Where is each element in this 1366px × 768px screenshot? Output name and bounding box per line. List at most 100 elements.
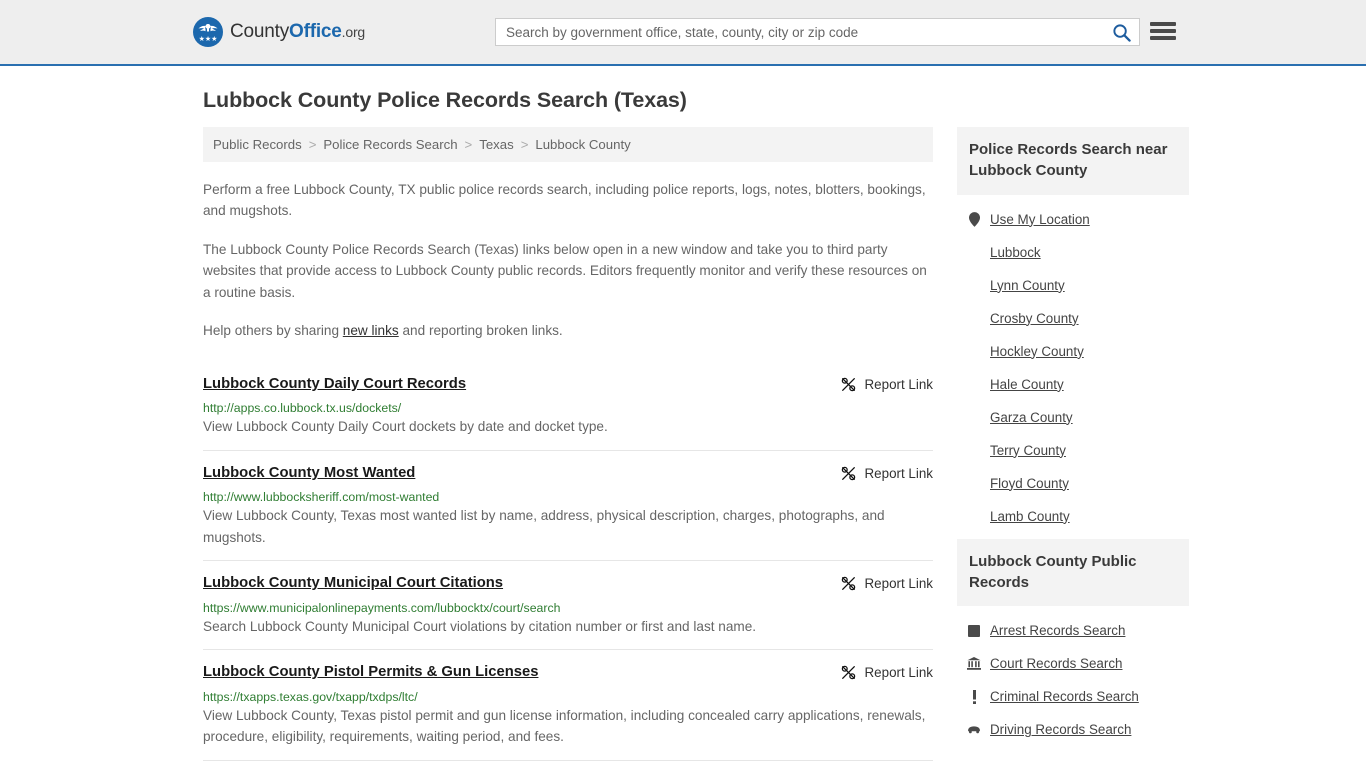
report-link-button[interactable]: Report Link xyxy=(840,663,933,681)
result-title-link[interactable]: Lubbock County Pistol Permits & Gun Lice… xyxy=(203,663,538,681)
nearby-link-crosby-county[interactable]: Crosby County xyxy=(990,311,1079,326)
report-link-label: Report Link xyxy=(864,665,933,681)
result-url[interactable]: http://apps.co.lubbock.tx.us/dockets/ xyxy=(203,401,933,415)
result-description: View Lubbock County Daily Court dockets … xyxy=(203,419,608,435)
list-item[interactable]: Lynn County xyxy=(957,269,1189,302)
breadcrumb-separator: > xyxy=(520,137,529,152)
broken-link-icon xyxy=(841,466,855,481)
breadcrumb-item-2[interactable]: Texas xyxy=(479,137,513,152)
nearby-link-lubbock[interactable]: Lubbock xyxy=(990,245,1041,260)
report-link-button[interactable]: Report Link xyxy=(840,464,933,482)
result-description: View Lubbock County, Texas pistol permit… xyxy=(203,707,926,745)
public-records-heading: Lubbock County Public Records xyxy=(957,538,1189,607)
breadcrumb-item-0[interactable]: Public Records xyxy=(213,137,302,152)
search-icon xyxy=(1112,23,1131,42)
list-item[interactable]: Crosby County xyxy=(957,302,1189,335)
result-header: Lubbock County Pistol Permits & Gun Lice… xyxy=(203,663,933,681)
list-item[interactable]: Arrest Records Search xyxy=(957,614,1189,647)
result-url[interactable]: https://txapps.texas.gov/txapp/txdps/ltc… xyxy=(203,690,933,704)
nearby-link-floyd-county[interactable]: Floyd County xyxy=(990,476,1069,491)
intro-paragraph-3: Help others by sharing new links and rep… xyxy=(203,320,933,341)
site-logo[interactable]: ★★★ CountyOffice.org xyxy=(193,17,365,47)
page-container: Lubbock County Police Records Search (Te… xyxy=(0,88,1366,768)
content-columns: Public Records > Police Records Search >… xyxy=(203,127,1189,768)
intro-text: Perform a free Lubbock County, TX public… xyxy=(203,179,933,342)
list-item[interactable]: Hockley County xyxy=(957,335,1189,368)
breadcrumb-separator: > xyxy=(464,137,473,152)
court-records-search-link[interactable]: Court Records Search xyxy=(990,656,1122,671)
driving-records-search-link[interactable]: Driving Records Search xyxy=(990,722,1131,737)
map-pin-icon xyxy=(967,211,981,227)
report-link-label: Report Link xyxy=(864,465,933,481)
result-title-link[interactable]: Lubbock County Daily Court Records xyxy=(203,375,466,393)
stars-glyph: ★★★ xyxy=(198,36,218,43)
results-list: Lubbock County Daily Court Records Repor… xyxy=(203,362,933,768)
nearby-searches-box: Police Records Search near Lubbock Count… xyxy=(957,127,1189,533)
breadcrumb-item-1[interactable]: Police Records Search xyxy=(323,137,457,152)
car-icon xyxy=(967,725,981,734)
list-item[interactable]: Criminal Records Search xyxy=(957,680,1189,713)
result-description: Search Lubbock County Municipal Court vi… xyxy=(203,618,757,634)
report-link-label: Report Link xyxy=(864,376,933,392)
intro-paragraph-1: Perform a free Lubbock County, TX public… xyxy=(203,182,926,219)
use-my-location-link[interactable]: Use My Location xyxy=(990,212,1090,227)
new-links-link[interactable]: new links xyxy=(343,323,399,338)
public-records-box: Lubbock County Public Records Arrest Rec… xyxy=(957,538,1189,747)
hamburger-menu-icon[interactable] xyxy=(1150,20,1176,42)
result-item: Lubbock County Sheriff's Office Sex Offe… xyxy=(203,759,933,768)
intro-p3-after: and reporting broken links. xyxy=(398,323,563,339)
nearby-link-terry-county[interactable]: Terry County xyxy=(990,443,1066,458)
nearby-link-lynn-county[interactable]: Lynn County xyxy=(990,278,1065,293)
eagle-shield-icon: ★★★ xyxy=(193,17,223,47)
criminal-records-search-link[interactable]: Criminal Records Search xyxy=(990,689,1139,704)
list-item[interactable]: Floyd County xyxy=(957,467,1189,500)
nearby-searches-heading: Police Records Search near Lubbock Count… xyxy=(957,127,1189,195)
result-url[interactable]: https://www.municipalonlinepayments.com/… xyxy=(203,601,933,615)
brand-county: County xyxy=(230,21,290,42)
intro-paragraph-2: The Lubbock County Police Records Search… xyxy=(203,241,927,300)
fingerprint-square-icon xyxy=(967,624,981,637)
result-url[interactable]: http://www.lubbocksheriff.com/most-wante… xyxy=(203,490,933,504)
main-content: Public Records > Police Records Search >… xyxy=(203,127,933,768)
list-item[interactable]: Driving Records Search xyxy=(957,713,1189,746)
breadcrumb-separator: > xyxy=(308,137,317,152)
nearby-link-hockley-county[interactable]: Hockley County xyxy=(990,344,1084,359)
report-link-label: Report Link xyxy=(864,576,933,592)
report-link-button[interactable]: Report Link xyxy=(840,574,933,592)
list-item[interactable]: Garza County xyxy=(957,401,1189,434)
search-button[interactable] xyxy=(1103,19,1139,45)
result-item: Lubbock County Pistol Permits & Gun Lice… xyxy=(203,649,933,759)
list-item[interactable]: Court Records Search xyxy=(957,647,1189,680)
public-records-list: Arrest Records Search Court Records Sear… xyxy=(957,606,1189,746)
list-item[interactable]: Use My Location xyxy=(957,203,1189,236)
brand-wordmark: CountyOffice.org xyxy=(230,21,365,43)
result-header: Lubbock County Daily Court Records Repor… xyxy=(203,375,933,393)
sidebar: Police Records Search near Lubbock Count… xyxy=(957,127,1189,752)
nearby-link-lamb-county[interactable]: Lamb County xyxy=(990,509,1070,524)
arrest-records-search-link[interactable]: Arrest Records Search xyxy=(990,623,1125,638)
search-bar[interactable] xyxy=(495,18,1140,46)
result-header: Lubbock County Municipal Court Citations… xyxy=(203,574,933,592)
result-item: Lubbock County Municipal Court Citations… xyxy=(203,560,933,649)
intro-p3-before: Help others by sharing xyxy=(203,323,343,339)
broken-link-icon xyxy=(841,576,855,591)
result-title-link[interactable]: Lubbock County Municipal Court Citations xyxy=(203,574,503,592)
exclamation-icon xyxy=(967,689,981,704)
list-item[interactable]: Hale County xyxy=(957,368,1189,401)
page-title: Lubbock County Police Records Search (Te… xyxy=(203,88,687,112)
result-item: Lubbock County Most Wanted Report Link h… xyxy=(203,449,933,560)
site-header: ★★★ CountyOffice.org xyxy=(0,0,1366,66)
nearby-link-garza-county[interactable]: Garza County xyxy=(990,410,1073,425)
list-item[interactable]: Terry County xyxy=(957,434,1189,467)
list-item[interactable]: Lubbock xyxy=(957,236,1189,269)
nearby-link-hale-county[interactable]: Hale County xyxy=(990,377,1064,392)
result-title-link[interactable]: Lubbock County Most Wanted xyxy=(203,464,415,482)
breadcrumb-item-3[interactable]: Lubbock County xyxy=(535,137,630,152)
broken-link-icon xyxy=(841,377,855,392)
brand-office: Office xyxy=(289,21,342,42)
broken-link-icon xyxy=(841,665,855,680)
nearby-searches-list: Use My Location Lubbock Lynn County Cros… xyxy=(957,195,1189,533)
search-input[interactable] xyxy=(496,19,1103,45)
list-item[interactable]: Lamb County xyxy=(957,500,1189,533)
report-link-button[interactable]: Report Link xyxy=(840,375,933,393)
